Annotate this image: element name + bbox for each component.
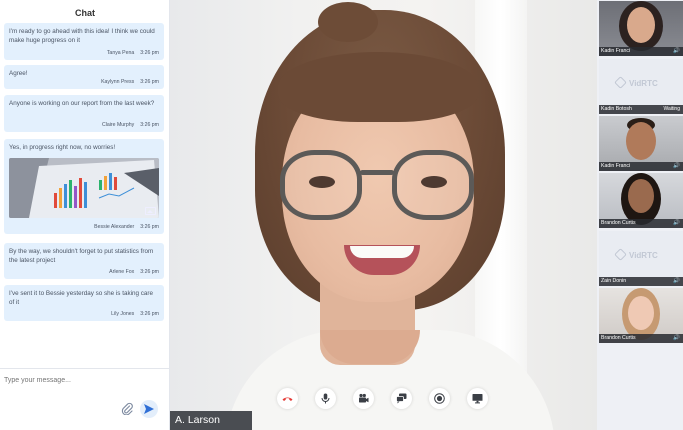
speaker-name-label: A. Larson [170, 411, 252, 430]
participant-name: Brandon Curtis [601, 220, 636, 226]
chat-composer [0, 368, 170, 430]
chat-message: By the way, we shouldn't forget to put s… [4, 243, 164, 279]
chat-message: Anyone is working on our report from the… [4, 95, 164, 132]
chat-title: Chat [75, 8, 95, 18]
participant-face [628, 179, 654, 213]
participant-name: Kadin Franci [601, 163, 631, 169]
camera-icon [359, 393, 369, 403]
participant-tile[interactable]: Brandon Curtis 🔊 [599, 288, 683, 343]
participant-name: Brandon Curtis [601, 335, 636, 341]
attached-image[interactable] [9, 158, 159, 218]
participant-tile[interactable]: Brandon Curtis 🔊 [599, 173, 683, 228]
vidrtc-logo-text: VidRTC [629, 251, 658, 260]
message-time: 3:26 pm [140, 122, 159, 128]
microphone-icon [321, 393, 330, 404]
participant-name: Kadin Franci [601, 48, 631, 54]
message-meta: Lily Jones 3:26 pm [111, 311, 159, 317]
message-author: Lily Jones [111, 311, 135, 317]
participant-name: Zain Donin [601, 278, 627, 284]
participants-sidebar: Kadin Franci 🔊 VidRTC Kadin Botosh Waiti… [597, 0, 683, 430]
record-icon [434, 393, 445, 404]
message-meta: Tanya Pena 3:26 pm [107, 50, 159, 56]
hang-up-button[interactable] [277, 388, 298, 409]
speaker-volume-icon: 🔊 [673, 163, 680, 169]
participant-status: Waiting [663, 106, 681, 112]
message-meta: Kaylynn Press 3:26 pm [101, 79, 159, 85]
participant-tile[interactable]: Kadin Franci 🔊 [599, 116, 683, 171]
participant-name-bar: Brandon Curtis 🔊 [599, 219, 683, 228]
vidrtc-logo-text: VidRTC [629, 79, 658, 88]
monitor-icon [472, 394, 483, 404]
speaker-volume-icon: 🔊 [673, 220, 680, 226]
chart-photo-illustration [9, 158, 159, 218]
participant-name-bar: Brandon Curtis 🔊 [599, 334, 683, 343]
message-text: Agree! [9, 70, 28, 77]
vidrtc-logo: VidRTC [614, 76, 658, 89]
participant-tile[interactable]: VidRTC Kadin Botosh Waiting [599, 59, 683, 114]
speaker-volume-icon: 🔊 [673, 48, 680, 54]
participant-face [628, 296, 654, 330]
message-author: Claire Murphy [101, 122, 135, 128]
message-text: Anyone is working on our report from the… [9, 100, 155, 107]
glasses-bridge [360, 170, 394, 175]
message-input[interactable] [4, 373, 154, 387]
record-button[interactable] [429, 388, 450, 409]
message-text: Yes, in progress right now, no worries! [9, 144, 116, 151]
message-author: Tanya Pena [106, 50, 135, 56]
phone-hangup-icon [282, 397, 293, 401]
share-screen-button[interactable] [467, 388, 488, 409]
participant-name-bar: Kadin Franci 🔊 [599, 162, 683, 171]
message-time: 3:26 pm [140, 269, 159, 275]
participant-name-bar: Kadin Botosh Waiting [599, 105, 683, 114]
participant-name-bar: Kadin Franci 🔊 [599, 47, 683, 56]
attach-button[interactable] [120, 402, 134, 416]
message-author: Kaylynn Press [101, 79, 135, 85]
chat-message: I'm ready to go ahead with this idea! I … [4, 23, 164, 60]
send-button[interactable] [140, 400, 158, 418]
chat-panel: Chat I'm ready to go ahead with this ide… [0, 0, 170, 430]
message-author: Bessie Alexander [94, 224, 135, 230]
message-meta: Claire Murphy 3:26 pm [102, 122, 159, 128]
message-time: 3:26 pm [140, 79, 159, 85]
participant-name-bar: Zain Donin 🔊 [599, 277, 683, 286]
vidrtc-logo: VidRTC [614, 248, 658, 261]
chat-button[interactable] [391, 388, 412, 409]
send-icon [144, 404, 154, 414]
speaker-volume-icon: 🔊 [673, 278, 680, 284]
message-text: I've sent it to Bessie yesterday so she … [9, 290, 154, 306]
paperclip-icon [121, 402, 133, 416]
message-time: 3:26 pm [140, 224, 159, 230]
glasses-right-lens [392, 150, 474, 220]
message-meta: Arlene Fox 3:26 pm [109, 269, 159, 275]
chat-bubbles-icon [396, 393, 407, 404]
message-time: 3:26 pm [140, 311, 159, 317]
glasses-left-lens [280, 150, 362, 220]
speaker-teeth [350, 246, 414, 258]
speaker-fringe [278, 52, 478, 122]
participant-tile[interactable]: VidRTC Zain Donin 🔊 [599, 231, 683, 286]
participant-face [627, 7, 655, 43]
camera-button[interactable] [353, 388, 374, 409]
message-text: I'm ready to go ahead with this idea! I … [9, 28, 155, 44]
chat-message: I've sent it to Bessie yesterday so she … [4, 285, 164, 321]
message-text: By the way, we shouldn't forget to put s… [9, 248, 154, 264]
message-time: 3:26 pm [140, 50, 159, 56]
main-video[interactable]: A. Larson [170, 0, 597, 430]
chat-message: Yes, in progress right now, no worries! [4, 139, 164, 234]
microphone-button[interactable] [315, 388, 336, 409]
speaker-hair-bun [318, 2, 378, 42]
image-icon [145, 207, 156, 215]
message-author: Arlene Fox [109, 269, 135, 275]
message-meta: Bessie Alexander 3:26 pm [94, 224, 159, 230]
participant-face [626, 122, 656, 160]
participant-name: Kadin Botosh [601, 106, 632, 112]
chat-message: Agree! Kaylynn Press 3:26 pm [4, 65, 164, 89]
speaker-volume-icon: 🔊 [673, 335, 680, 341]
participant-tile[interactable]: Kadin Franci 🔊 [599, 1, 683, 56]
